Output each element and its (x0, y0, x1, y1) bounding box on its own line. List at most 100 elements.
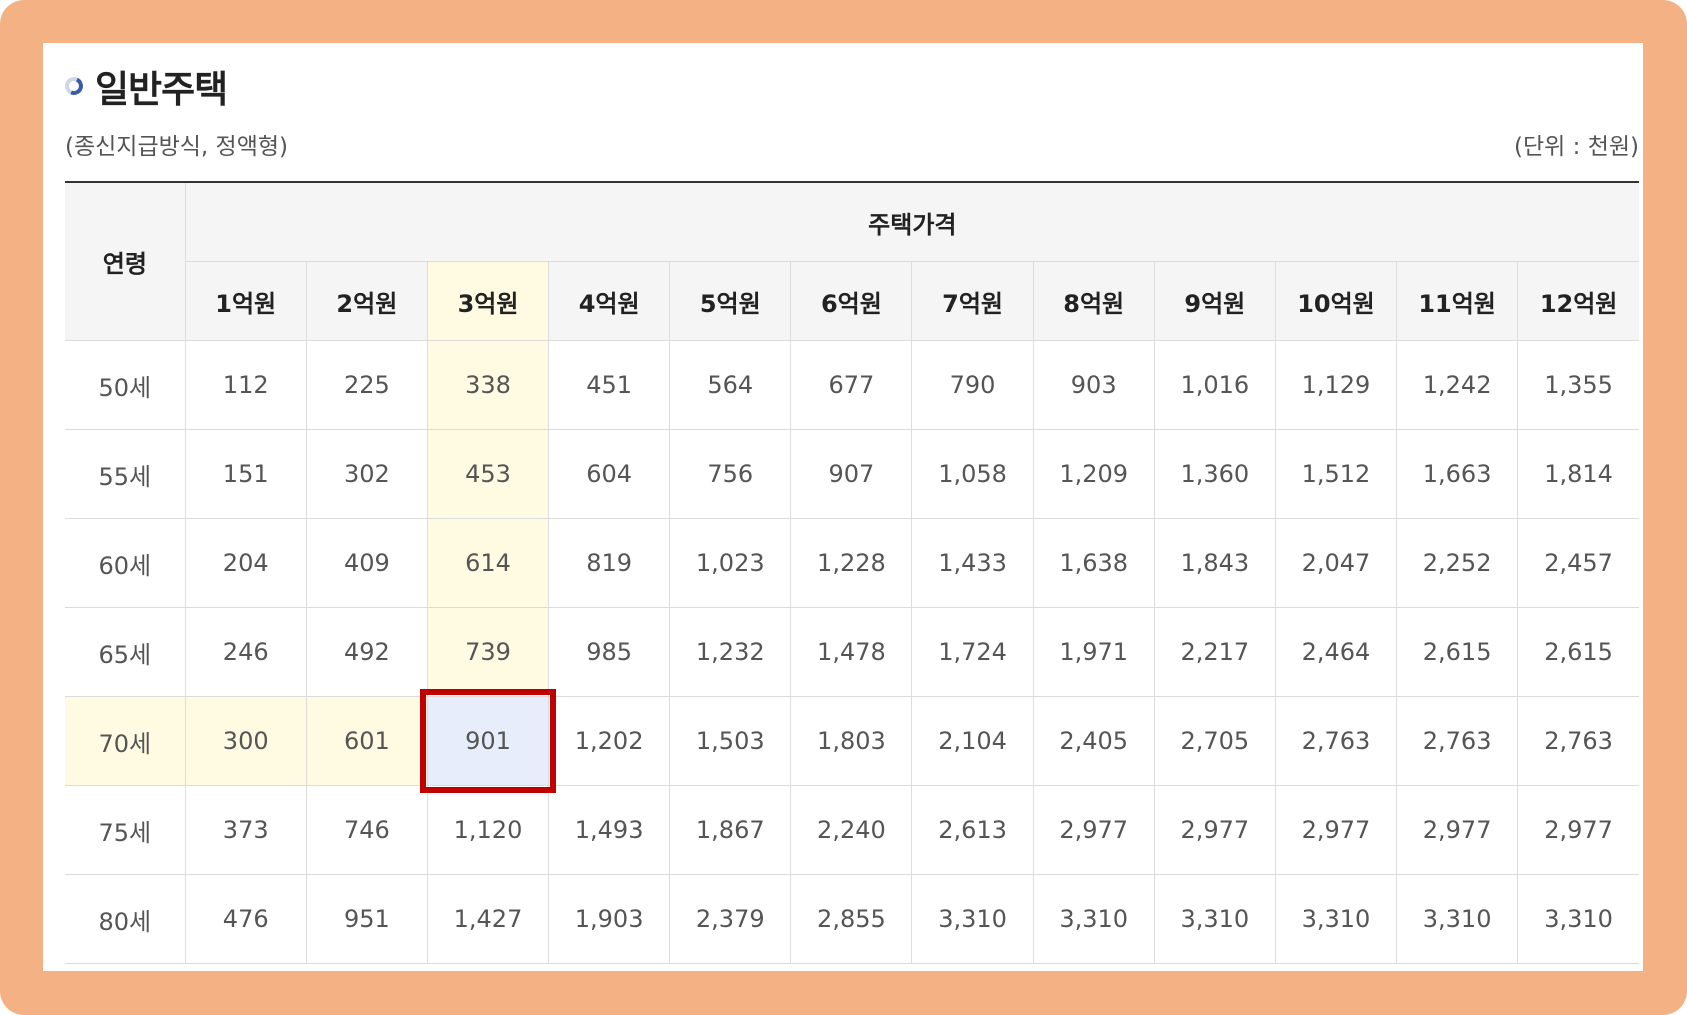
value-cell: 1,232 (669, 607, 792, 697)
value-cell: 2,104 (911, 696, 1034, 786)
value-cell: 1,355 (1517, 340, 1639, 430)
value-cell: 1,242 (1396, 340, 1519, 430)
value-cell: 790 (911, 340, 1034, 430)
value-cell: 951 (305, 874, 428, 964)
value-cell: 1,023 (669, 518, 792, 608)
table-row: 80세 476 951 1,427 1,903 2,379 2,855 3,310 3,310 3… (65, 874, 1639, 964)
value-cell: 1,202 (548, 696, 671, 786)
value-cell: 2,763 (1517, 696, 1639, 786)
table-row: 50세 112 225 338 451 564 677 790 903 1,016 1,129 1,2… (65, 340, 1639, 430)
value-cell: 2,977 (1274, 785, 1398, 875)
value-cell: 1,058 (911, 429, 1034, 519)
value-cell: 2,457 (1517, 518, 1639, 608)
column-header: 1억원 (185, 261, 307, 341)
value-cell: 1,433 (911, 518, 1034, 608)
value-cell: 2,047 (1274, 518, 1398, 608)
column-header: 5억원 (669, 261, 792, 341)
value-cell: 1,638 (1032, 518, 1155, 608)
age-cell: 60세 (65, 518, 186, 608)
value-cell: 2,855 (790, 874, 913, 964)
age-header: 연령 (65, 181, 186, 341)
value-cell: 2,252 (1396, 518, 1519, 608)
value-cell: 564 (669, 340, 792, 430)
value-cell: 1,903 (548, 874, 671, 964)
value-cell: 1,843 (1153, 518, 1276, 608)
subtitle: (종신지급방식, 정액형) (65, 134, 289, 160)
value-cell: 2,405 (1032, 696, 1155, 786)
value-cell: 2,763 (1396, 696, 1519, 786)
value-cell: 1,971 (1032, 607, 1155, 697)
age-cell: 65세 (65, 607, 186, 697)
value-cell: 677 (790, 340, 913, 430)
value-cell: 302 (305, 429, 428, 519)
value-cell: 907 (790, 429, 913, 519)
bullet-circle-icon (62, 74, 86, 98)
column-header: 8억원 (1032, 261, 1155, 341)
unit-label: (단위 : 천원) (1514, 134, 1639, 160)
value-cell: 2,615 (1517, 607, 1639, 697)
value-cell: 476 (184, 874, 307, 964)
value-cell: 2,977 (1396, 785, 1519, 875)
value-cell: 1,663 (1396, 429, 1519, 519)
value-cell: 112 (184, 340, 307, 430)
value-cell: 2,613 (911, 785, 1034, 875)
table-row: 55세 151 302 453 604 756 907 1,058 1,209 1,360 1,51… (65, 429, 1639, 519)
value-cell: 2,240 (790, 785, 913, 875)
column-header: 3억원 (426, 261, 550, 341)
value-cell: 300 (184, 696, 307, 786)
page-title: 일반주택 (95, 68, 228, 111)
value-cell: 601 (305, 696, 428, 786)
value-cell: 604 (548, 429, 671, 519)
value-cell: 3,310 (1517, 874, 1639, 964)
value-cell: 338 (426, 340, 550, 430)
outer-frame: 일반주택 (종신지급방식, 정액형) (단위 : 천원) 연령 주택가격 1억원… (0, 0, 1687, 1015)
value-cell: 2,705 (1153, 696, 1276, 786)
value-cell: 746 (305, 785, 428, 875)
value-cell: 1,120 (426, 785, 550, 875)
value-cell: 2,464 (1274, 607, 1398, 697)
price-group-header: 주택가격 (184, 181, 1639, 262)
value-cell: 1,493 (548, 785, 671, 875)
column-header: 12억원 (1517, 261, 1639, 341)
column-header: 2억원 (305, 261, 428, 341)
content-panel: 일반주택 (종신지급방식, 정액형) (단위 : 천원) 연령 주택가격 1억원… (43, 43, 1643, 971)
value-cell: 1,016 (1153, 340, 1276, 430)
table-row: 60세 204 409 614 819 1,023 1,228 1,433 1,638 1,843… (65, 518, 1639, 608)
column-header: 11억원 (1396, 261, 1519, 341)
value-cell: 451 (548, 340, 671, 430)
title-row: 일반주택 (62, 61, 228, 111)
column-header: 7억원 (911, 261, 1034, 341)
value-cell: 492 (305, 607, 428, 697)
value-cell: 1,803 (790, 696, 913, 786)
value-cell: 1,512 (1274, 429, 1398, 519)
age-cell: 80세 (65, 874, 186, 964)
value-cell: 409 (305, 518, 428, 608)
value-cell: 2,379 (669, 874, 792, 964)
value-cell: 246 (184, 607, 307, 697)
value-cell: 3,310 (1274, 874, 1398, 964)
column-header: 10억원 (1274, 261, 1398, 341)
age-cell: 70세 (65, 696, 186, 786)
value-cell: 1,228 (790, 518, 913, 608)
value-cell: 2,977 (1517, 785, 1639, 875)
value-cell: 204 (184, 518, 307, 608)
value-cell: 2,217 (1153, 607, 1276, 697)
value-cell: 453 (426, 429, 550, 519)
value-cell: 151 (184, 429, 307, 519)
value-cell: 3,310 (1396, 874, 1519, 964)
value-cell: 1,209 (1032, 429, 1155, 519)
value-cell: 2,763 (1274, 696, 1398, 786)
value-cell: 1,867 (669, 785, 792, 875)
age-cell: 75세 (65, 785, 186, 875)
value-cell: 3,310 (911, 874, 1034, 964)
value-cell: 903 (1032, 340, 1155, 430)
value-cell: 985 (548, 607, 671, 697)
value-cell: 1,129 (1274, 340, 1398, 430)
value-cell: 2,977 (1153, 785, 1276, 875)
value-cell: 819 (548, 518, 671, 608)
value-cell: 2,977 (1032, 785, 1155, 875)
value-cell: 225 (305, 340, 428, 430)
column-header: 6억원 (790, 261, 913, 341)
pension-table: 연령 주택가격 1억원 2억원 3억원 4억원 5억원 6억원 7억원 8억원 9억원 10억원 1… (65, 181, 1639, 964)
value-cell: 1,814 (1517, 429, 1639, 519)
